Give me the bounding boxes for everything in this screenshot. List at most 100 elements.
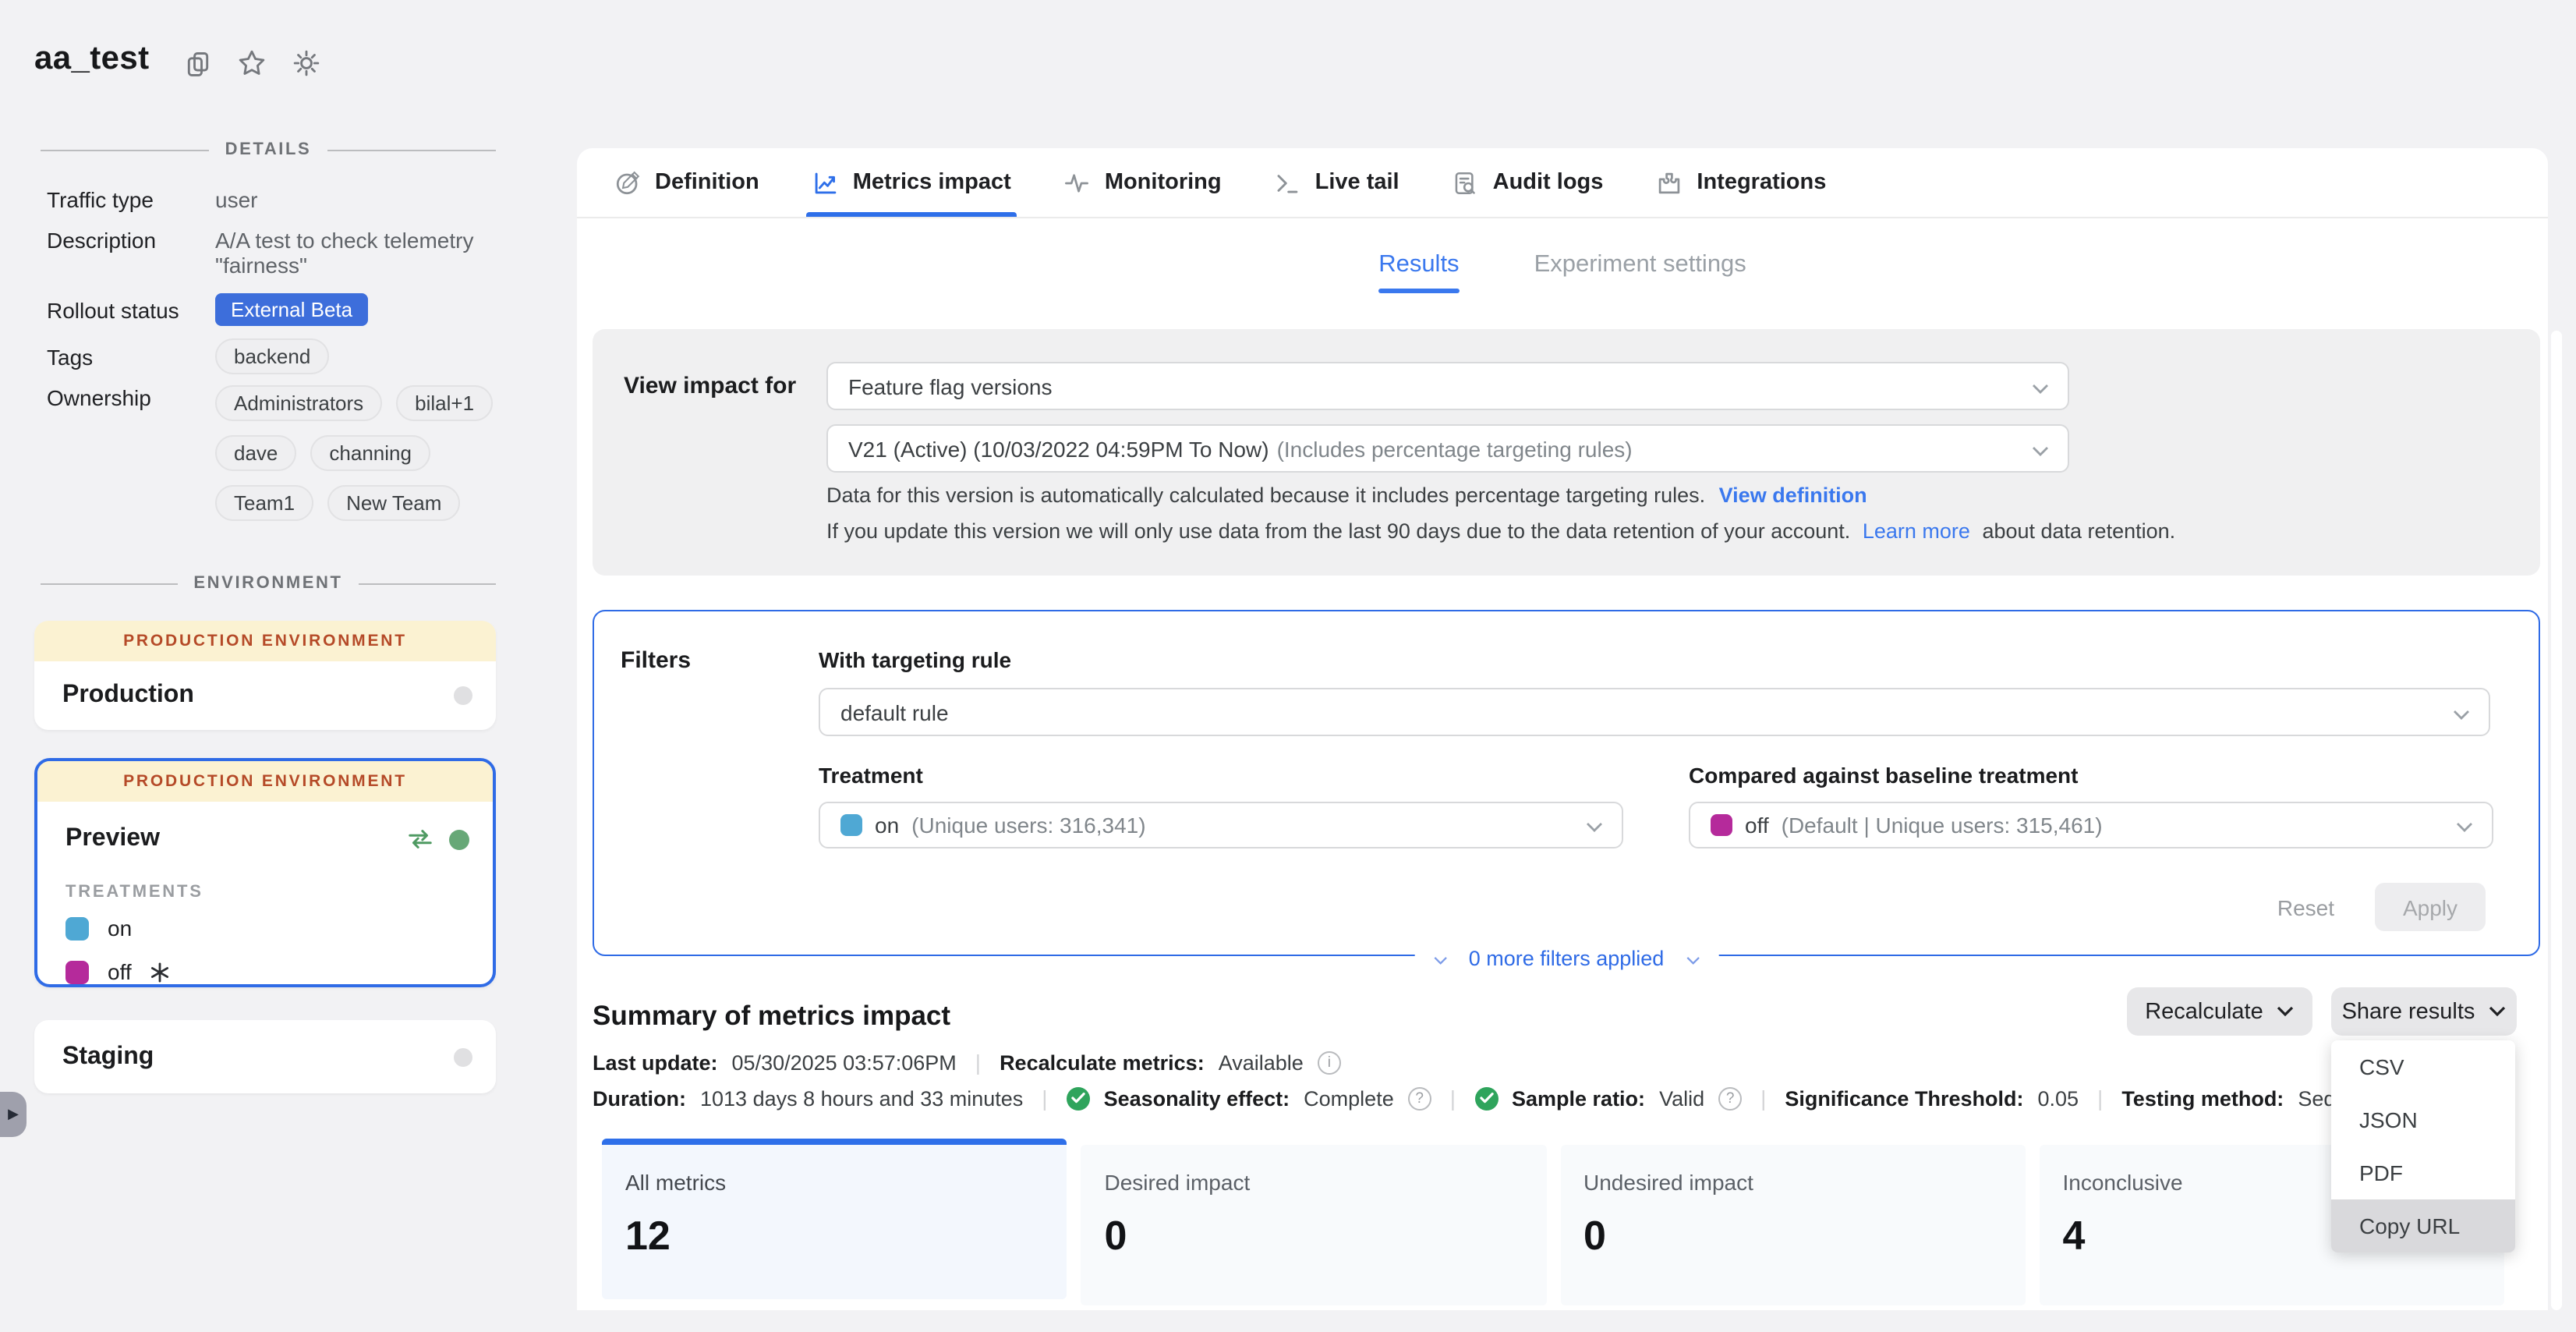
seasonality-value: Complete [1304,1086,1394,1110]
reset-button[interactable]: Reset [2277,894,2334,919]
tab-live-tail[interactable]: Live tail [1275,148,1399,217]
summary-meta-line-2: Duration: 1013 days 8 hours and 33 minut… [593,1086,2397,1111]
targeting-rule-select[interactable]: default rule [819,688,2490,736]
tab-label: Audit logs [1493,170,1604,195]
ownership-label: Ownership [47,385,215,521]
environment-status-dot [454,1047,472,1066]
help-icon[interactable]: ? [1408,1086,1431,1110]
vertical-scrollbar[interactable] [2551,331,2562,1310]
chevron-down-icon [1433,947,1447,970]
significance-threshold-label: Significance Threshold: [1785,1086,2023,1110]
rollout-status-badge: External Beta [215,293,368,326]
subtab-results[interactable]: Results [1378,251,1459,293]
treatment-select[interactable]: on (Unique users: 316,341) [819,802,1623,848]
seasonality-label: Seasonality effect: [1104,1086,1290,1110]
chevron-down-icon [2456,813,2473,838]
subtab-experiment-settings[interactable]: Experiment settings [1534,251,1746,293]
metric-card-desired-impact[interactable]: Desired impact 0 [1081,1145,1547,1305]
apply-button[interactable]: Apply [2375,883,2486,931]
summary-meta-line-1: Last update: 05/30/2025 03:57:06PM | Rec… [593,1050,1341,1075]
share-results-button[interactable]: Share results [2331,987,2517,1036]
sample-ratio-label: Sample ratio: [1512,1086,1645,1110]
audit-logs-icon [1453,169,1479,196]
treatment-on-swatch [840,814,862,836]
caret-right-icon: ▶ [8,1106,19,1123]
owner-chip[interactable]: New Team [327,485,460,521]
treatment-label: Treatment [819,763,923,788]
share-menu-item-json[interactable]: JSON [2331,1093,2515,1146]
owner-chip[interactable]: channing [310,435,430,471]
star-icon[interactable] [237,48,267,78]
summary-heading: Summary of metrics impact [593,1000,950,1033]
monitoring-icon [1064,169,1091,196]
share-menu-item-pdf[interactable]: PDF [2331,1146,2515,1199]
environment-status-dot [449,829,469,849]
treatments-heading: TREATMENTS [65,883,493,902]
details-heading: DETAILS [225,140,312,159]
share-menu-item-copy-url[interactable]: Copy URL [2331,1199,2515,1252]
tags-label: Tags [47,344,215,369]
recalculate-button[interactable]: Recalculate [2127,987,2312,1036]
environment-card-production[interactable]: PRODUCTION ENVIRONMENT Production [34,621,496,730]
tab-audit-logs[interactable]: Audit logs [1453,148,1604,217]
active-tab-underline [806,212,1017,217]
tab-label: Monitoring [1105,170,1222,195]
chevron-down-icon [1686,947,1700,970]
details-divider: DETAILS [41,140,496,159]
chevron-down-icon [2277,1006,2295,1017]
owner-chip[interactable]: dave [215,435,296,471]
chevron-down-icon [2489,1006,2506,1017]
metric-card-undesired-impact[interactable]: Undesired impact 0 [1560,1145,2026,1305]
check-circle-icon [1474,1086,1498,1110]
tab-monitoring[interactable]: Monitoring [1064,148,1222,217]
help-icon[interactable]: ? [1718,1086,1742,1110]
version-select[interactable]: V21 (Active) (10/03/2022 04:59PM To Now)… [826,424,2069,473]
sidebar-expand-handle[interactable]: ▶ [0,1092,27,1137]
copy-icon[interactable] [184,49,212,77]
view-impact-label: View impact for [624,373,796,399]
last-update-value: 05/30/2025 03:57:06PM [732,1050,957,1074]
tag-chip[interactable]: backend [215,338,329,374]
treatment-off-swatch [65,960,89,983]
tab-label: Integrations [1697,170,1826,195]
view-definition-link[interactable]: View definition [1719,484,1867,507]
sample-ratio-value: Valid [1659,1086,1704,1110]
tab-definition[interactable]: Definition [614,148,759,217]
tab-label: Definition [655,170,759,195]
gear-icon[interactable] [292,48,321,78]
tab-metrics-impact[interactable]: Metrics impact [812,148,1011,217]
tab-integrations[interactable]: Integrations [1656,148,1826,217]
description-label: Description [47,228,215,278]
share-menu-item-csv[interactable]: CSV [2331,1040,2515,1093]
treatment-row-on: on [65,916,493,941]
duration-value: 1013 days 8 hours and 33 minutes [700,1086,1023,1110]
targeting-rule-label: With targeting rule [819,647,1011,672]
tab-label: Metrics impact [853,170,1011,195]
metric-card-all-metrics[interactable]: All metrics 12 [602,1139,1067,1299]
swap-arrows-icon [407,828,433,850]
owner-chip[interactable]: Team1 [215,485,313,521]
environment-name: Production [62,682,194,710]
owner-chip[interactable]: bilal+1 [396,385,493,421]
version-note-line-1: Data for this version is automatically c… [826,484,1867,507]
owner-chip[interactable]: Administrators [215,385,382,421]
baseline-treatment-select[interactable]: off (Default | Unique users: 315,461) [1689,802,2493,848]
environment-card-staging[interactable]: Staging [34,1020,496,1093]
environment-divider: ENVIRONMENT [41,574,496,593]
treatment-name: off [108,959,132,984]
impact-type-select[interactable]: Feature flag versions [826,362,2069,410]
filters-heading: Filters [621,647,691,674]
rollout-status-label: Rollout status [47,297,215,322]
environment-name: Preview [65,825,160,853]
treatment-name: on [108,916,132,941]
active-subtab-underline [1378,289,1459,293]
traffic-type-value: user [215,187,257,212]
check-circle-icon [1067,1086,1090,1110]
learn-more-link[interactable]: Learn more [1863,519,1970,543]
recalculate-metrics-value: Available [1219,1050,1304,1074]
info-icon[interactable]: i [1318,1050,1341,1074]
more-filters-toggle[interactable]: 0 more filters applied [1414,947,1719,970]
page-title: aa_test [34,41,150,78]
live-tail-icon [1275,169,1301,196]
environment-card-preview[interactable]: PRODUCTION ENVIRONMENT Preview TREATMENT… [34,758,496,987]
